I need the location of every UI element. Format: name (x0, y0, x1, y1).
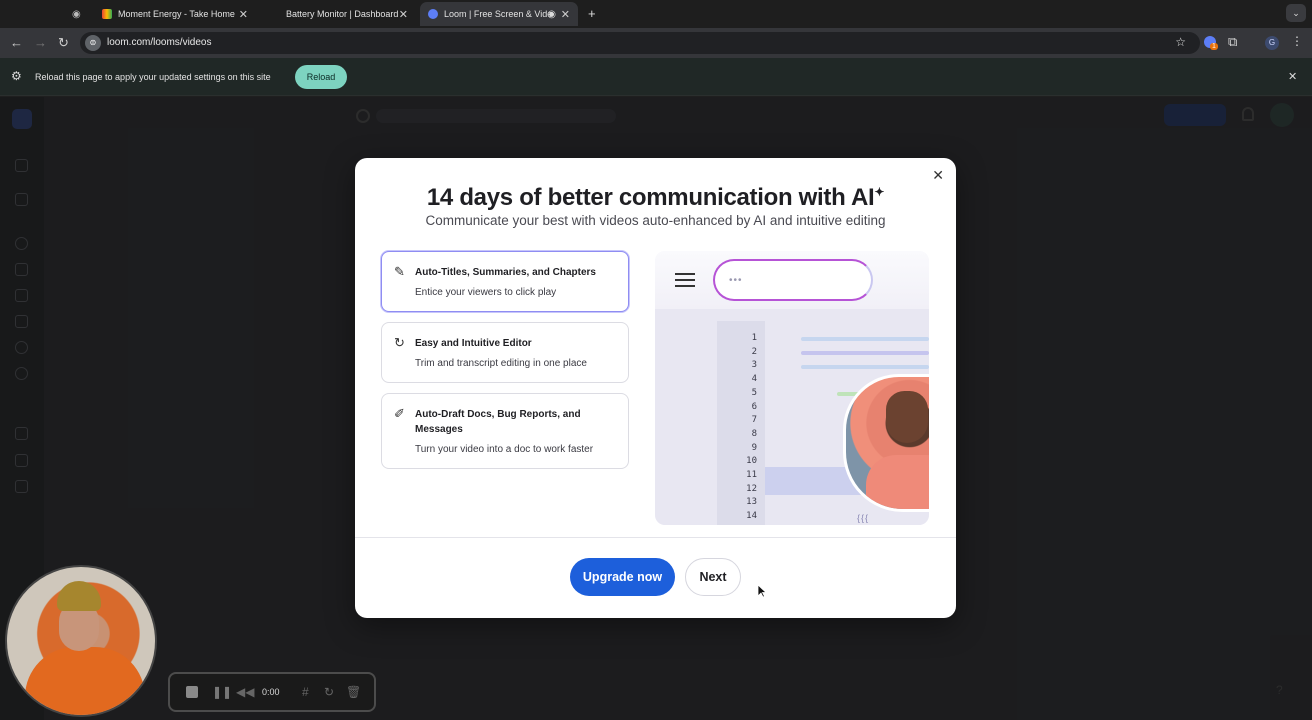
line-gutter: 1 2 3 4 5 6 7 8 9 10 11 12 13 14 (717, 321, 765, 525)
line-number: 13 (746, 497, 757, 508)
line-number: 4 (751, 374, 757, 385)
ai-input-pill: ••• (713, 259, 873, 301)
close-modal-icon[interactable]: ✕ (932, 167, 944, 184)
avatar-body (866, 455, 929, 509)
upgrade-now-button[interactable]: Upgrade now (570, 558, 675, 596)
line-number: 5 (751, 387, 757, 398)
page-icon (270, 9, 280, 19)
feature-title: Auto-Titles, Summaries, and Chapters (415, 267, 596, 278)
line-number: 9 (751, 442, 757, 453)
loom-icon (428, 9, 438, 19)
stop-recording-icon[interactable] (186, 686, 198, 698)
tab-search-icon[interactable]: ⌄ (1286, 4, 1306, 22)
extension-badge: 1 (1210, 43, 1218, 50)
close-tab-icon[interactable]: ✕ (239, 8, 248, 21)
typing-dots: ••• (729, 275, 743, 286)
tab-battery-monitor[interactable]: Battery Monitor | Dashboard ✕ (262, 2, 416, 26)
reload-infobar: ⚙ Reload this page to apply your updated… (0, 58, 1312, 96)
refresh-sparkle-icon: ↻ (394, 335, 405, 350)
recording-timer: 0:00 (262, 687, 280, 697)
browser-tab-bar: ◉ Moment Energy - Take Home ✕ Battery Mo… (0, 0, 1312, 28)
tab-label: Battery Monitor | Dashboard (286, 9, 399, 19)
modal-title-text: 14 days of better communication with AI (426, 184, 875, 211)
line-number: 10 (746, 456, 757, 467)
webcam-person-body (25, 647, 145, 715)
close-tab-icon[interactable]: ✕ (561, 8, 570, 21)
close-tab-icon[interactable]: ✕ (399, 8, 408, 21)
hamburger-icon-line (675, 285, 695, 287)
mouse-cursor-icon (757, 584, 767, 598)
forward-icon[interactable]: → (34, 35, 47, 50)
tab-gmail[interactable]: Moment Energy - Take Home ✕ (94, 2, 256, 26)
webcam-bubble[interactable] (5, 565, 157, 717)
feature-title: Auto-Draft Docs, Bug Reports, and Messag… (415, 409, 581, 435)
feature-card-auto-titles[interactable]: ✎ Auto-Titles, Summaries, and Chapters E… (381, 251, 629, 312)
gmail-icon (102, 9, 112, 19)
feature-description: Entice your viewers to click play (415, 287, 557, 298)
code-line-bar (801, 365, 929, 369)
feature-card-editor[interactable]: ↻ Easy and Intuitive Editor Trim and tra… (381, 322, 629, 383)
media-icon: ◉ (72, 8, 81, 20)
grid-icon[interactable]: # (302, 685, 309, 699)
feature-description: Trim and transcript editing in one place (415, 358, 587, 369)
avatar-face (886, 391, 928, 443)
back-icon[interactable]: ← (10, 35, 23, 50)
tab-label: Moment Energy - Take Home (118, 9, 235, 19)
magic-wand-icon: ✎ (394, 264, 405, 279)
line-number: 11 (746, 470, 757, 480)
code-braces: {{{ (857, 513, 870, 523)
sparkle-icon: ✦ (874, 185, 885, 199)
next-button[interactable]: Next (685, 558, 741, 596)
modal-subtitle: Communicate your best with videos auto-e… (425, 213, 886, 228)
reload-button[interactable]: Reload (295, 65, 347, 89)
illustration-header: ••• (655, 251, 929, 309)
recording-icon: ◉ (547, 8, 556, 20)
tab-label: Loom | Free Screen & Vide (444, 9, 553, 19)
code-line-bar (801, 337, 929, 341)
pen-sparkle-icon: ✐ (394, 406, 405, 421)
feature-description: Turn your video into a doc to work faste… (415, 444, 594, 455)
editor-illustration: ••• 1 2 3 4 5 6 7 8 9 10 11 12 13 14 {{{ (655, 251, 929, 525)
browser-toolbar: ← → ↻ ⊜ loom.com/looms/videos ☆ 1 ⧉ G ⋮ (0, 28, 1312, 58)
line-number: 6 (751, 401, 757, 412)
reload-icon[interactable]: ↻ (58, 35, 69, 51)
modal-divider (355, 537, 956, 538)
line-number: 1 (751, 333, 757, 343)
hamburger-icon-line (675, 279, 695, 281)
new-tab-icon[interactable]: + (588, 6, 596, 21)
line-number: 3 (751, 360, 757, 371)
address-bar[interactable]: ⊜ loom.com/looms/videos ☆ (80, 32, 1200, 54)
trash-icon[interactable]: 🗑 (346, 685, 361, 699)
rewind-icon[interactable]: ◀◀ (236, 685, 254, 699)
modal-title: 14 days of better communication with AI✦ (355, 184, 956, 212)
ai-upgrade-modal: 14 days of better communication with AI✦… (355, 158, 956, 618)
tab-loom[interactable]: Loom | Free Screen & Vide ◉ ✕ (420, 2, 578, 26)
tab-media[interactable]: ◉ (64, 2, 92, 26)
infobar-message: Reload this page to apply your updated s… (35, 72, 271, 82)
close-infobar-icon[interactable]: ✕ (1288, 70, 1297, 83)
bookmark-star-icon[interactable]: ☆ (1175, 35, 1186, 49)
recording-control-bar: ❚❚ ◀◀ 0:00 # ↻ 🗑 (168, 672, 376, 712)
line-number: 12 (746, 483, 757, 494)
line-number: 2 (751, 346, 757, 357)
profile-avatar[interactable]: G (1265, 36, 1279, 50)
restart-icon[interactable]: ↻ (324, 685, 334, 699)
extensions-puzzle-icon[interactable]: ⧉ (1228, 34, 1237, 50)
menu-kebab-icon[interactable]: ⋮ (1291, 34, 1303, 48)
webcam-person-hat (57, 581, 101, 611)
line-number: 8 (751, 428, 757, 439)
pause-icon[interactable]: ❚❚ (212, 685, 232, 699)
url-text: loom.com/looms/videos (107, 37, 212, 48)
hamburger-icon (675, 273, 695, 275)
line-number: 14 (746, 511, 757, 522)
feature-title: Easy and Intuitive Editor (415, 338, 532, 349)
settings-gear-icon: ⚙ (11, 69, 22, 83)
feature-card-auto-draft[interactable]: ✐ Auto-Draft Docs, Bug Reports, and Mess… (381, 393, 629, 469)
line-number: 7 (751, 415, 757, 426)
site-info-icon[interactable]: ⊜ (85, 35, 101, 51)
code-line-bar (801, 351, 929, 355)
